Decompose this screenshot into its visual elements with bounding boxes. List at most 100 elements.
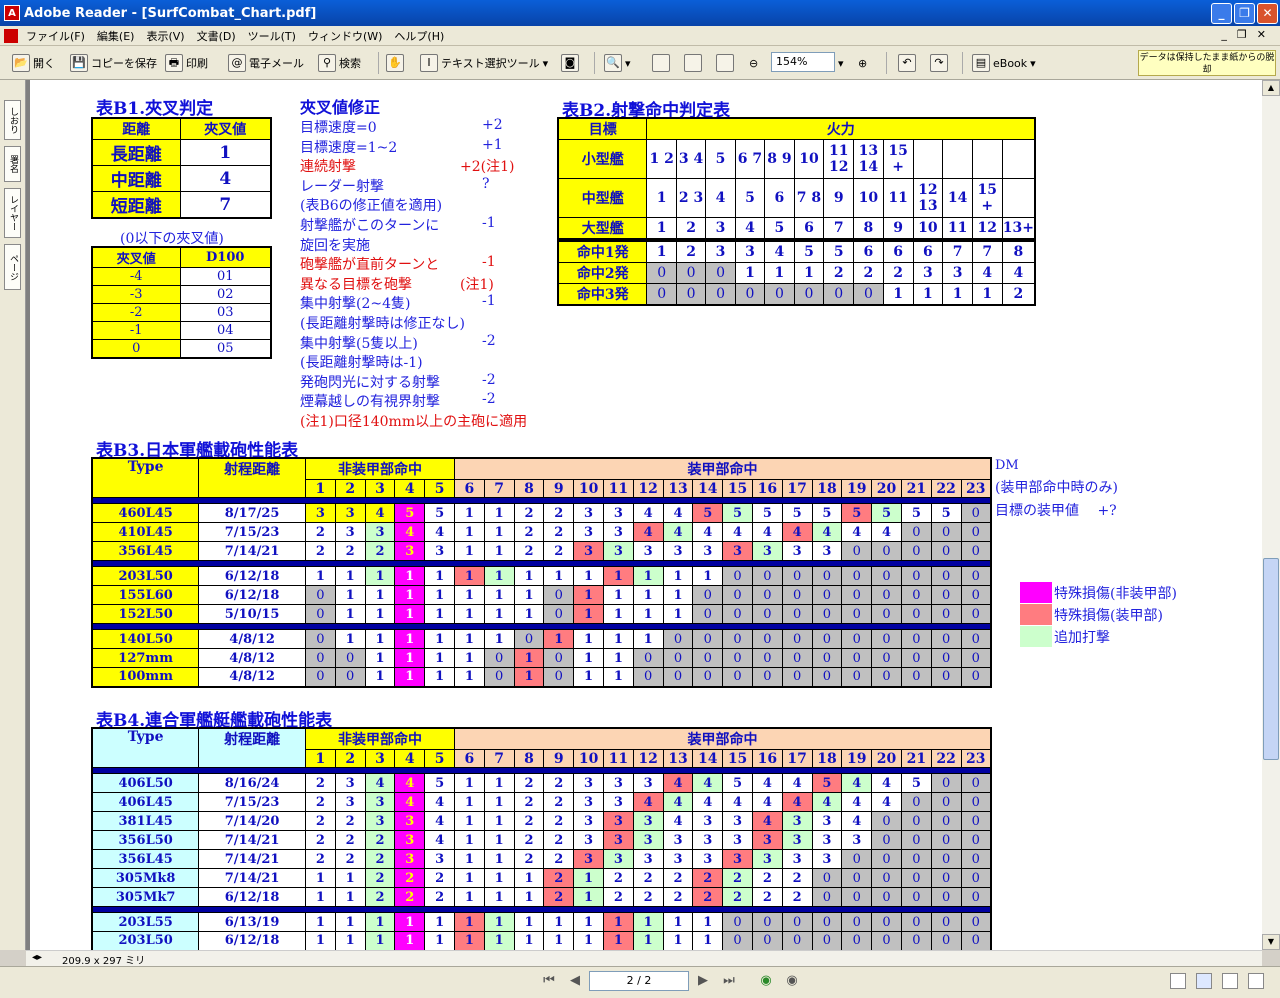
b4-cell: 0 bbox=[960, 830, 992, 850]
b2-firepower-cell: 1 bbox=[646, 178, 677, 218]
b4-gun-range: 6/12/18 bbox=[198, 931, 306, 950]
b1-sub-row: -4 01 bbox=[91, 267, 272, 286]
b2-hits-cell: 1 bbox=[764, 262, 795, 284]
maximize-button[interactable]: ❐ bbox=[1234, 3, 1255, 24]
menu-view[interactable]: 表示(V) bbox=[140, 28, 190, 44]
menu-edit[interactable]: 編集(E) bbox=[91, 28, 141, 44]
scroll-down-icon[interactable]: ▼ bbox=[1262, 934, 1280, 950]
actual-size-button[interactable] bbox=[652, 52, 670, 74]
minus-circle-icon: ⊖ bbox=[749, 56, 759, 70]
minimize-button[interactable]: _ bbox=[1211, 3, 1232, 24]
tab-pages[interactable]: ページ bbox=[4, 244, 21, 290]
close-button[interactable]: ✕ bbox=[1257, 3, 1278, 24]
menu-help[interactable]: ヘルプ(H) bbox=[388, 28, 450, 44]
b4-cell: 1 bbox=[305, 912, 336, 932]
rotate-left-button[interactable]: ↶ bbox=[898, 52, 916, 74]
b3-cell: 0 bbox=[871, 541, 902, 561]
prev-page-icon[interactable]: ◀ bbox=[566, 971, 584, 991]
b1-sub-table: 夾叉値 D100 -4 01 -3 02 -2 03 -1 04 0 05 bbox=[91, 246, 272, 359]
text-select-tool-button[interactable]: I テキスト選択ツール ▾ bbox=[420, 52, 548, 74]
b2-firepower-cell: 10 bbox=[793, 139, 825, 179]
menu-window[interactable]: ウィンドウ(W) bbox=[302, 28, 388, 44]
b4-cell: 0 bbox=[960, 811, 992, 831]
b4-cell: 2 bbox=[334, 811, 366, 831]
b3-cell: 5 bbox=[424, 503, 455, 523]
b2-hits-cell: 7 bbox=[942, 241, 973, 263]
zoom-in-button[interactable]: ⊕ bbox=[858, 52, 867, 74]
legend-label: 追加打撃 bbox=[1054, 630, 1110, 646]
back-icon[interactable]: ◉ bbox=[757, 971, 775, 991]
doc-window-controls[interactable]: _❐✕ bbox=[1221, 28, 1276, 41]
b4-cell: 2 bbox=[751, 887, 783, 907]
open-button[interactable]: 📂 開く bbox=[12, 52, 55, 74]
rotate-right-button[interactable]: ↷ bbox=[930, 52, 948, 74]
b3-cell: 0 bbox=[722, 648, 753, 668]
b3-header-col: 23 bbox=[960, 479, 992, 498]
fit-page-button[interactable] bbox=[684, 52, 702, 74]
b3-cell: 5 bbox=[930, 503, 962, 523]
b4-gun-row: 356L45 7/14/21 2 2 2 3 3 1 1 2 2 3 3 3 3 3 3 3 3 3 0 0 0 0 0 bbox=[91, 849, 992, 869]
b4-gun-type: 203L50 bbox=[91, 931, 200, 950]
forward-icon[interactable]: ◉ bbox=[783, 971, 801, 991]
scroll-up-icon[interactable]: ▲ bbox=[1262, 80, 1280, 96]
search-button[interactable]: ⚲ 検索 bbox=[318, 52, 361, 74]
save-copy-button[interactable]: 💾 コピーを保存 bbox=[70, 52, 157, 74]
b3-header-col: 17 bbox=[781, 479, 813, 498]
single-page-view-icon[interactable] bbox=[1170, 973, 1186, 989]
scroll-thumb[interactable] bbox=[1263, 558, 1279, 760]
b3-cell: 1 bbox=[424, 585, 455, 605]
tab-layers[interactable]: レイヤー bbox=[4, 188, 21, 238]
b3-cell: 0 bbox=[900, 648, 932, 668]
page-number-field[interactable]: 2 / 2 bbox=[589, 971, 689, 991]
b4-cell: 3 bbox=[722, 849, 753, 869]
tab-bookmarks[interactable]: しおり bbox=[4, 100, 21, 140]
tab-signatures[interactable]: 署名 bbox=[4, 146, 21, 182]
status-bar: ⏮ ◀ 2 / 2 ▶ ⏭ ◉ ◉ bbox=[0, 966, 1280, 998]
b3-gun-range: 6/12/18 bbox=[198, 585, 306, 605]
fit-width-button[interactable] bbox=[716, 52, 734, 74]
zoom-out-button[interactable]: ⊖ bbox=[749, 52, 758, 74]
vertical-scrollbar[interactable]: ▲ ▼ bbox=[1262, 80, 1280, 950]
next-page-icon[interactable]: ▶ bbox=[694, 971, 712, 991]
promo-notice[interactable]: データは保持したまま紙からの脱却 bbox=[1138, 50, 1276, 76]
menu-tools[interactable]: ツール(T) bbox=[242, 28, 302, 44]
zoom-dropdown[interactable]: ▾ bbox=[838, 52, 844, 74]
b4-gun-range: 6/13/19 bbox=[198, 912, 306, 932]
b3-header-unarmored: 非装甲部命中 bbox=[305, 457, 455, 480]
b4-cell: 0 bbox=[811, 931, 843, 950]
b4-cell: 2 bbox=[513, 773, 545, 793]
b4-cell: 1 bbox=[483, 849, 515, 869]
horizontal-scrollbar[interactable]: ◂▸ 209.9 x 297 ミリ bbox=[26, 950, 1262, 967]
b4-cell: 2 bbox=[513, 849, 545, 869]
b4-cell: 1 bbox=[513, 931, 545, 950]
snapshot-tool-button[interactable]: ◙ bbox=[561, 52, 579, 74]
modifier-text: 目標速度=1~2 bbox=[300, 139, 398, 156]
hand-tool-button[interactable]: ✋ bbox=[386, 52, 404, 74]
continuous-view-icon[interactable] bbox=[1196, 973, 1212, 989]
b2-hits-cell: 6 bbox=[882, 241, 914, 263]
b4-cell: 0 bbox=[930, 887, 962, 907]
b1-sub-bracket: -3 bbox=[91, 285, 181, 304]
zoom-input[interactable]: 154% bbox=[771, 52, 835, 72]
b4-cell: 1 bbox=[543, 912, 575, 932]
b3-cell: 1 bbox=[483, 585, 515, 605]
b2-firepower-value: 6 7 bbox=[737, 151, 763, 167]
last-page-icon[interactable]: ⏭ bbox=[720, 971, 738, 991]
facing-view-icon[interactable] bbox=[1222, 973, 1238, 989]
document-view[interactable]: 表B1.夾叉判定 距離 夾叉値 長距離 1 中距離 4 短距離 7 (0以下の夾叉値) 夾叉値… bbox=[26, 80, 1262, 950]
zoom-in-tool-button[interactable]: 🔍 ▾ bbox=[604, 52, 631, 74]
b3-cell: 1 bbox=[632, 604, 664, 624]
chevron-down-icon: ▾ bbox=[542, 56, 549, 70]
print-button[interactable]: 🖶 印刷 bbox=[165, 52, 208, 74]
first-page-icon[interactable]: ⏮ bbox=[540, 971, 558, 991]
b2-hits-row: 命中1発 1 2 3 3 4 5 5 6 6 6 7 7 8 bbox=[557, 241, 1036, 263]
b3-cell: 2 bbox=[543, 503, 575, 523]
b3-cell: 4 bbox=[692, 522, 724, 542]
menu-file[interactable]: ファイル(F) bbox=[20, 28, 91, 44]
b4-cell: 1 bbox=[692, 931, 724, 950]
continuous-facing-view-icon[interactable] bbox=[1248, 973, 1264, 989]
menu-document[interactable]: 文書(D) bbox=[191, 28, 242, 44]
email-button[interactable]: @ 電子メール bbox=[228, 52, 304, 74]
b3-cell: 1 bbox=[364, 648, 396, 668]
ebook-button[interactable]: ▤ eBook ▾ bbox=[972, 52, 1036, 74]
